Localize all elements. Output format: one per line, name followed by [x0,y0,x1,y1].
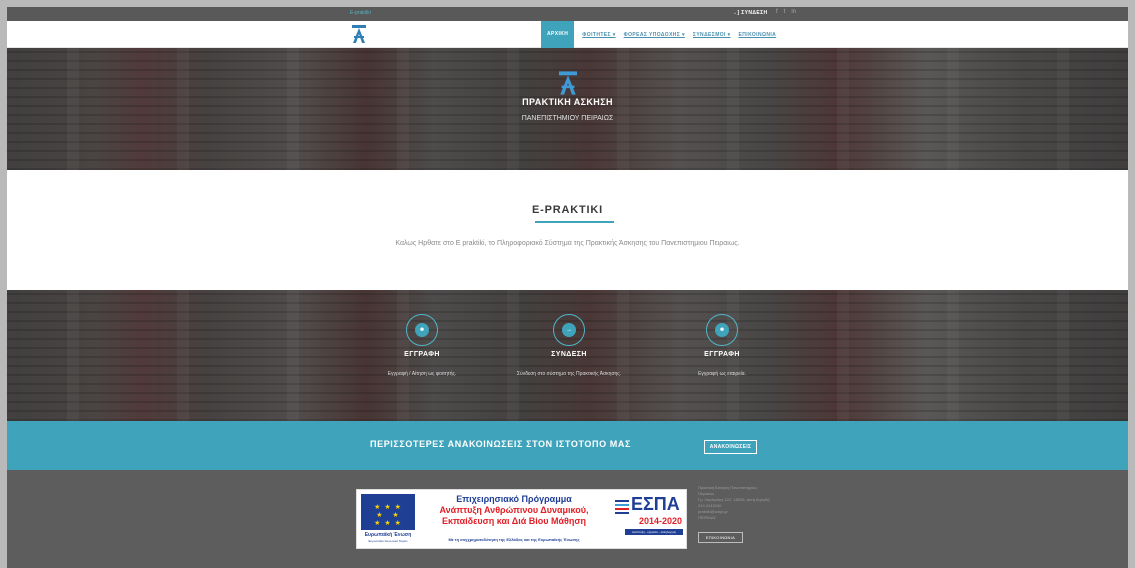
university-logo-icon [558,71,577,95]
nav-item-links[interactable]: ΣΥΝΔΕΣΜΟΙ ▾ [693,32,731,38]
footer: ★ ★ ★ ★ ★ ★ ★ ★ Ευρωπαϊκή Ένωση Ευρωπαϊκό … [7,470,1128,568]
hero-banner: ΠΡΑΚΤΙΚΗ ΑΣΚΗΣΗ ΠΑΝΕΠΙΣΤΗΜΙΟΥ ΠΕΙΡΑΙΩΣ [7,48,1128,170]
hero-subtitle: ΠΑΝΕΠΙΣΤΗΜΙΟΥ ΠΕΙΡΑΙΩΣ [521,115,614,122]
eu-sublabel: Ευρωπαϊκό Κοινωνικό Ταμείο [368,539,408,543]
site-email-link[interactable]: E-praktiki [350,10,371,16]
programme-line-2: Ανάπτυξη Ανθρώπινου Δυναμικού, [439,505,589,515]
espa-tagline: ανάπτυξη - εργασία - αλληλεγγύη [625,529,683,535]
announcements-button[interactable]: ΑΝΑΚΟΙΝΩΣΕΙΣ [704,440,757,454]
feature-company-register[interactable]: ☻ ΕΓΓΡΑΦΗ Εγγραφή ως εταιρεία. [622,314,822,377]
intro-heading: E-PRAKTIKI [532,204,603,216]
nav-item-home[interactable]: ΑΡΧΙΚΗ [541,21,575,48]
twitter-icon[interactable]: t [784,9,786,15]
intro-text: Καλως Ηρθατε στο E praktiki, το Πληροφορ… [395,240,740,247]
espa-banner: ★ ★ ★ ★ ★ ★ ★ ★ Ευρωπαϊκή Ένωση Ευρωπαϊκό … [356,489,687,549]
eu-label: Ευρωπαϊκή Ένωση [364,532,412,538]
nav-menu: ΑΡΧΙΚΗ ΦΟΙΤΗΤΕΣ ▾ ΦΟΡΕΑΣ ΥΠΟΔΟΧΗΣ ▾ ΣΥΝΔ… [541,21,784,48]
cofunding-note: Με τη συγχρηματοδότηση της Ελλάδας και τ… [448,537,580,542]
espa-logo-text: ΕΣΠΑ [631,494,680,514]
feature-circle[interactable]: → [553,314,585,346]
feature-description: Εγγραφή ως εταιρεία. [698,371,746,377]
login-icon: → [562,323,576,337]
espa-waves-icon [615,500,629,516]
facebook-icon[interactable]: f [776,9,778,15]
footer-contact: Πρακτική Άσκηση Πανεπιστημίου Πειραιώς Γ… [698,485,798,543]
linkedin-icon[interactable]: in [791,9,796,15]
programme-title: Επιχειρησιακό Πρόγραμμα Ανάπτυξη Ανθρώπι… [421,494,607,526]
programme-line-3: Εκπαίδευση και Διά Βίου Μάθηση [441,516,587,526]
main-navbar: ΑΡΧΙΚΗ ΦΟΙΤΗΤΕΣ ▾ ΦΟΡΕΑΣ ΥΠΟΔΟΧΗΣ ▾ ΣΥΝΔ… [7,21,1128,48]
footer-contact-button[interactable]: ΕΠΙΚΟΙΝΩΝΙΑ [698,532,743,543]
social-links: f t in [776,9,796,15]
feature-circle[interactable]: ☻ [706,314,738,346]
feature-title: ΕΓΓΡΑΦΗ [704,351,740,358]
login-link[interactable]: →] ΣΥΝΔΕΣΗ [732,10,768,16]
nav-item-contact[interactable]: ΕΠΙΚΟΙΝΩΝΙΑ [739,32,777,38]
page-frame: E-praktiki →] ΣΥΝΔΕΣΗ f t in ΑΡΧΙΚΗ ΦΟΙΤ… [7,7,1128,568]
heading-underline [535,221,614,223]
announcements-text: ΠΕΡΙΣΣΟΤΕΡΕΣ ΑΝΑΚΟΙΝΩΣΕΙΣ ΣΤΟΝ ΙΣΤΟΤΟΠΟ … [370,439,631,449]
features-section: ☻ ΕΓΓΡΑΦΗ Εγγραφή / Αίτηση ως φοιτητής. … [7,290,1128,421]
eu-flag-icon: ★ ★ ★ ★ ★ ★ ★ ★ [361,494,415,530]
university-logo-icon[interactable] [352,25,366,43]
nav-item-students[interactable]: ΦΟΙΤΗΤΕΣ ▾ [582,32,615,38]
top-bar: E-praktiki →] ΣΥΝΔΕΣΗ f t in [7,7,1128,21]
contact-city: ΠΕΙΡΑΙΑΣ [698,515,716,520]
nav-item-host-organization[interactable]: ΦΟΡΕΑΣ ΥΠΟΔΟΧΗΣ ▾ [624,32,685,38]
programme-line-1: Επιχειρησιακό Πρόγραμμα [456,494,572,504]
intro-section: E-PRAKTIKI Καλως Ηρθατε στο E praktiki, … [7,170,1128,290]
user-icon: ☻ [715,323,729,337]
announcements-bar: ΠΕΡΙΣΣΟΤΕΡΕΣ ΑΝΑΚΟΙΝΩΣΕΙΣ ΣΤΟΝ ΙΣΤΟΤΟΠΟ … [7,421,1128,470]
feature-circle[interactable]: ☻ [406,314,438,346]
hero-title: ΠΡΑΚΤΙΚΗ ΑΣΚΗΣΗ [522,97,613,107]
hero-content: ΠΡΑΚΤΙΚΗ ΑΣΚΗΣΗ ΠΑΝΕΠΙΣΤΗΜΙΟΥ ΠΕΙΡΑΙΩΣ [7,71,1128,122]
espa-years: 2014-2020 [639,516,683,526]
user-icon: ☻ [415,323,429,337]
